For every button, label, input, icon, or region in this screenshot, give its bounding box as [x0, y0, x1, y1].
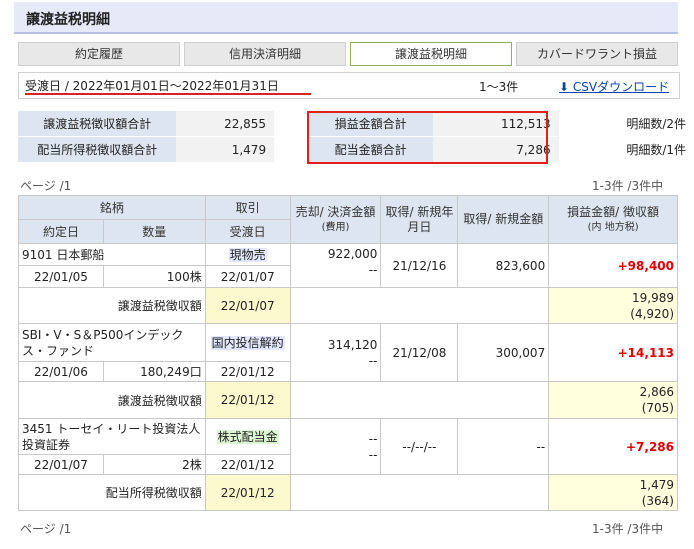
date-range-row: 受渡日 / 2022年01月01日～2022年01月31日 1～3件 ⬇ CSV… — [18, 72, 680, 99]
tab-jouto-ekizei[interactable]: 譲渡益税明細 — [350, 42, 512, 66]
detail-table: 銘柄 取引 売却/ 決済金額 (費用) 取得/ 新規年月日 取得/ 新規金額 損益… — [18, 195, 678, 511]
download-icon: ⬇ — [559, 80, 570, 94]
tax-label: 配当所得税徴収額 — [18, 474, 206, 511]
trade-date: 22/01/07 — [18, 454, 104, 475]
csv-label: CSVダウンロード — [572, 80, 670, 94]
quantity: 100株 — [102, 265, 206, 288]
tab-yakujou-rireki[interactable]: 約定履歴 — [18, 42, 180, 66]
table-row: 9101 日本郵船 現物売 922,000 -- 21/12/16 823,600… — [18, 243, 678, 288]
header-shutoku-kingaku: 取得/ 新規金額 — [457, 195, 550, 244]
tax-local: (364) — [641, 493, 674, 508]
tax-local: (4,920) — [630, 306, 674, 321]
acq-amount: 300,007 — [457, 323, 550, 382]
settle-date: 22/01/12 — [204, 361, 291, 382]
header-soneki: 損益金額/ 徴収額 (内 地方税) — [548, 195, 678, 244]
summary-value: 22,855 — [176, 111, 275, 137]
header-yakujou: 約定日 — [18, 219, 104, 244]
header-shutoku-date: 取得/ 新規年月日 — [380, 195, 459, 244]
quantity: 2株 — [102, 454, 206, 475]
settle-date: 22/01/07 — [204, 265, 291, 288]
trade-type: 現物売 — [228, 248, 267, 262]
tax-row: 譲渡益税徴収額 22/01/07 19,989 (4,920) — [18, 287, 678, 324]
trade-date: 22/01/05 — [18, 265, 104, 288]
trade-type: 株式配当金 — [216, 430, 279, 444]
header-suuryou: 数量 — [102, 219, 206, 244]
csv-download-link[interactable]: ⬇ CSVダウンロード — [559, 78, 669, 95]
header-baikyaku: 売却/ 決済金額 (費用) — [289, 195, 382, 244]
settle-date: 22/01/12 — [204, 454, 291, 475]
tax-date: 22/01/07 — [204, 287, 291, 324]
highlight-underline — [25, 93, 311, 95]
profit: +7,286 — [548, 418, 678, 475]
tax-amount: 1,479 — [639, 477, 674, 492]
fee: -- — [368, 353, 378, 368]
profit: +14,113 — [548, 323, 678, 382]
detail-count: 明細数/2件 — [558, 111, 694, 137]
trade-date: 22/01/06 — [18, 361, 104, 382]
tax-row: 譲渡益税徴収額 22/01/12 2,866 (705) — [18, 381, 678, 419]
sale-amount: 922,000 — [327, 247, 378, 261]
fee: -- — [368, 263, 378, 277]
header-ukewatashi: 受渡日 — [204, 219, 291, 244]
quantity: 180,249口 — [102, 361, 206, 382]
trade-type: 国内投信解約 — [210, 335, 285, 350]
pager-left: ページ /1 — [20, 522, 72, 536]
tax-amount: 19,989 — [632, 290, 674, 305]
tax-amount: 2,866 — [639, 385, 674, 399]
header-torihiki: 取引 — [204, 195, 291, 220]
tax-label: 譲渡益税徴収額 — [18, 287, 206, 324]
profit: +98,400 — [548, 243, 678, 288]
pager-right: 1-3件 /3件中 — [592, 179, 664, 193]
page-title: 譲渡益税明細 — [26, 12, 110, 28]
header-meigara: 銘柄 — [18, 195, 206, 220]
tax-row: 配当所得税徴収額 22/01/12 1,479 (364) — [18, 474, 678, 511]
sale-amount: 314,120 — [327, 337, 378, 352]
tax-date: 22/01/12 — [204, 381, 291, 419]
tab-shinyou-kessai[interactable]: 信用決済明細 — [184, 42, 346, 66]
highlight-box — [307, 111, 548, 164]
summary-label: 配当所得税徴収額合計 — [18, 136, 177, 163]
title-bar: 譲渡益税明細 — [14, 2, 678, 34]
tax-local: (705) — [641, 401, 674, 415]
stock-name: 9101 日本郵船 — [18, 243, 206, 266]
tax-date: 22/01/12 — [204, 474, 291, 511]
detail-count: 明細数/1件 — [558, 136, 694, 163]
pager-right: 1-3件 /3件中 — [592, 522, 664, 536]
stock-name: 3451 トーセイ・リート投資法人投資証券 — [18, 418, 206, 455]
sale-amount: -- — [368, 431, 378, 446]
date-range: 受渡日 / 2022年01月01日～2022年01月31日 — [25, 79, 279, 93]
acq-date: 21/12/16 — [380, 243, 459, 288]
summary-value: 1,479 — [176, 136, 275, 163]
table-row: SBI・V・S＆P500インデックス・ファンド 国内投信解約 314,120 --… — [18, 323, 678, 382]
tax-label: 譲渡益税徴収額 — [18, 381, 206, 419]
summary-label: 譲渡益税徴収額合計 — [18, 111, 177, 137]
acq-date: --/--/-- — [380, 418, 459, 475]
fee: -- — [368, 447, 378, 462]
acq-amount: -- — [457, 418, 550, 475]
result-count: 1～3件 — [479, 80, 519, 94]
tab-covered-warrant[interactable]: カバードワラント損益 — [516, 42, 678, 66]
acq-date: 21/12/08 — [380, 323, 459, 382]
pager-left: ページ /1 — [20, 179, 72, 193]
acq-amount: 823,600 — [457, 243, 550, 288]
stock-name: SBI・V・S＆P500インデックス・ファンド — [18, 323, 206, 362]
table-row: 3451 トーセイ・リート投資法人投資証券 株式配当金 -- -- --/--/-… — [18, 418, 678, 475]
